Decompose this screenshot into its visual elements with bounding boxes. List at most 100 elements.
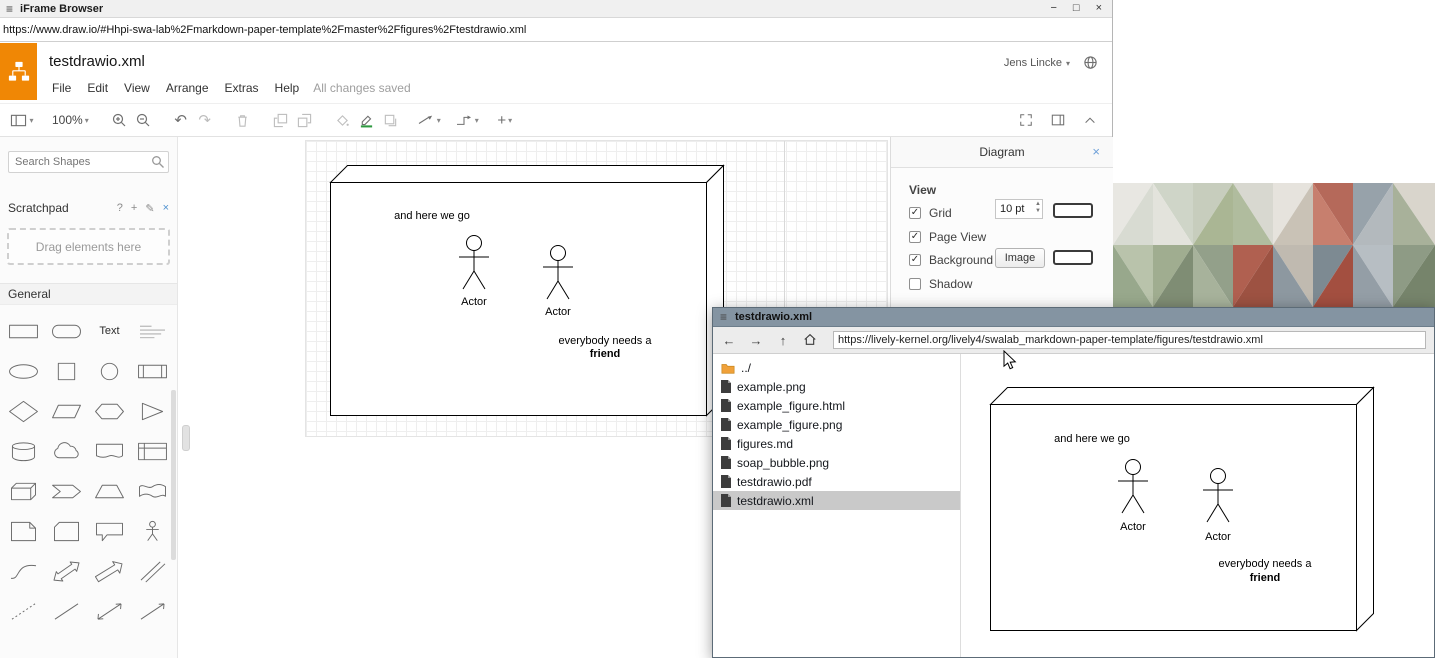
file-row[interactable]: soap_bubble.png [713,453,960,472]
shape-actor[interactable] [131,511,174,551]
undo-button[interactable]: ↶ [169,107,193,133]
shape-trapezoid[interactable] [88,471,131,511]
collapse-toolbar-button[interactable] [1078,107,1102,133]
shape-line[interactable] [45,591,88,631]
general-section-header[interactable]: General [0,283,177,305]
scratchpad-dropzone[interactable]: Drag elements here [7,228,170,265]
minimize-button[interactable]: − [1050,3,1056,14]
shape-cloud[interactable] [45,431,88,471]
shape-bidirectional-connector[interactable] [88,591,131,631]
shape-process[interactable] [131,351,174,391]
zoom-out-button[interactable] [131,107,155,133]
menu-edit[interactable]: Edit [79,79,116,97]
file-row-parent-dir[interactable]: ../ [713,358,960,377]
menu-arrange[interactable]: Arrange [158,79,217,97]
to-front-button[interactable] [269,107,293,133]
file-row[interactable]: testdrawio.pdf [713,472,960,491]
shape-directional-connector[interactable] [131,591,174,631]
scratchpad-help-icon[interactable]: ? [117,202,123,215]
window2-menu-icon[interactable]: ≡ [720,311,727,323]
background-image-button[interactable]: Image [995,248,1045,268]
shape-hexagon[interactable] [88,391,131,431]
shape-circle[interactable] [88,351,131,391]
shape-cylinder[interactable] [2,431,45,471]
shape-callout[interactable] [88,511,131,551]
shape-cube[interactable] [2,471,45,511]
shape-internal-storage[interactable] [131,431,174,471]
menu-file[interactable]: File [44,79,79,97]
forward-button[interactable]: → [748,334,764,347]
back-button[interactable]: ← [721,334,737,347]
shape-step[interactable] [45,471,88,511]
panel-collapse-handle[interactable] [182,425,190,451]
shape-dotted-line[interactable] [2,591,45,631]
shape-document[interactable] [88,431,131,471]
file-row-selected[interactable]: testdrawio.xml [713,491,960,510]
shape-link[interactable] [131,551,174,591]
maximize-button[interactable]: □ [1073,3,1080,14]
grid-color-swatch[interactable] [1053,203,1093,218]
shapes-panel-scrollbar[interactable] [171,390,176,560]
redo-button[interactable]: ↷ [193,107,217,133]
tab-diagram[interactable]: Diagram [979,145,1024,159]
shadow-button[interactable] [379,107,403,133]
page-view-dropdown[interactable]: ▾ [10,107,34,133]
shape-rounded-rectangle[interactable] [45,311,88,351]
up-button[interactable]: ↑ [775,334,791,347]
insert-dropdown[interactable]: + ▾ [493,107,517,133]
user-menu[interactable]: Jens Lincke ▾ [1004,57,1070,69]
zoom-level-dropdown[interactable]: 100%▾ [48,107,93,133]
grid-size-spinner[interactable]: ▲ ▼ [1035,201,1041,215]
shape-arrow[interactable] [88,551,131,591]
menu-help[interactable]: Help [267,79,308,97]
shape-bidirectional-arrow[interactable] [45,551,88,591]
zoom-in-button[interactable] [107,107,131,133]
background-checkbox[interactable] [909,254,921,266]
spinner-down-icon[interactable]: ▼ [1035,208,1041,215]
home-button[interactable] [802,333,818,348]
shape-diamond[interactable] [2,391,45,431]
shape-ellipse[interactable] [2,351,45,391]
file-row[interactable]: example.png [713,377,960,396]
line-color-button[interactable] [355,107,379,133]
format-panel-toggle[interactable] [1046,107,1070,133]
browser-url-bar[interactable] [0,18,1112,42]
shape-parallelogram[interactable] [45,391,88,431]
scratchpad-close-icon[interactable]: × [163,202,169,215]
file-row[interactable]: figures.md [713,434,960,453]
language-globe-icon[interactable] [1083,55,1098,75]
shape-note[interactable] [2,511,45,551]
scratchpad-add-icon[interactable]: + [131,202,137,215]
shape-curve[interactable] [2,551,45,591]
shape-textbox[interactable] [131,311,174,351]
format-close-icon[interactable]: × [1092,144,1100,159]
connection-style-dropdown[interactable]: ▾ [417,107,441,133]
shape-tape[interactable] [131,471,174,511]
shape-text[interactable]: Text [88,311,131,351]
shadow-checkbox[interactable] [909,278,921,290]
window2-titlebar[interactable]: ≡ testdrawio.xml [713,308,1434,327]
page-view-checkbox[interactable] [909,231,921,243]
menu-extras[interactable]: Extras [217,79,267,97]
file-browser-url-bar[interactable] [833,331,1426,349]
shape-square[interactable] [45,351,88,391]
shape-triangle[interactable] [131,391,174,431]
search-shapes-input[interactable] [8,151,169,173]
grid-checkbox[interactable] [909,207,921,219]
window-menu-icon[interactable]: ≡ [6,3,13,15]
background-color-swatch[interactable] [1053,250,1093,265]
shape-card[interactable] [45,511,88,551]
menu-view[interactable]: View [116,79,158,97]
cube-shape[interactable]: and here we go [331,166,724,416]
file-row[interactable]: example_figure.html [713,396,960,415]
file-row[interactable]: example_figure.png [713,415,960,434]
window1-titlebar[interactable]: ≡ iFrame Browser − □ × [0,0,1112,18]
fullscreen-button[interactable] [1014,107,1038,133]
shape-rectangle[interactable] [2,311,45,351]
to-back-button[interactable] [293,107,317,133]
fill-color-button[interactable] [331,107,355,133]
delete-button[interactable] [231,107,255,133]
spinner-up-icon[interactable]: ▲ [1035,201,1041,208]
scratchpad-edit-icon[interactable]: ✎ [145,202,154,215]
close-button[interactable]: × [1096,3,1102,14]
